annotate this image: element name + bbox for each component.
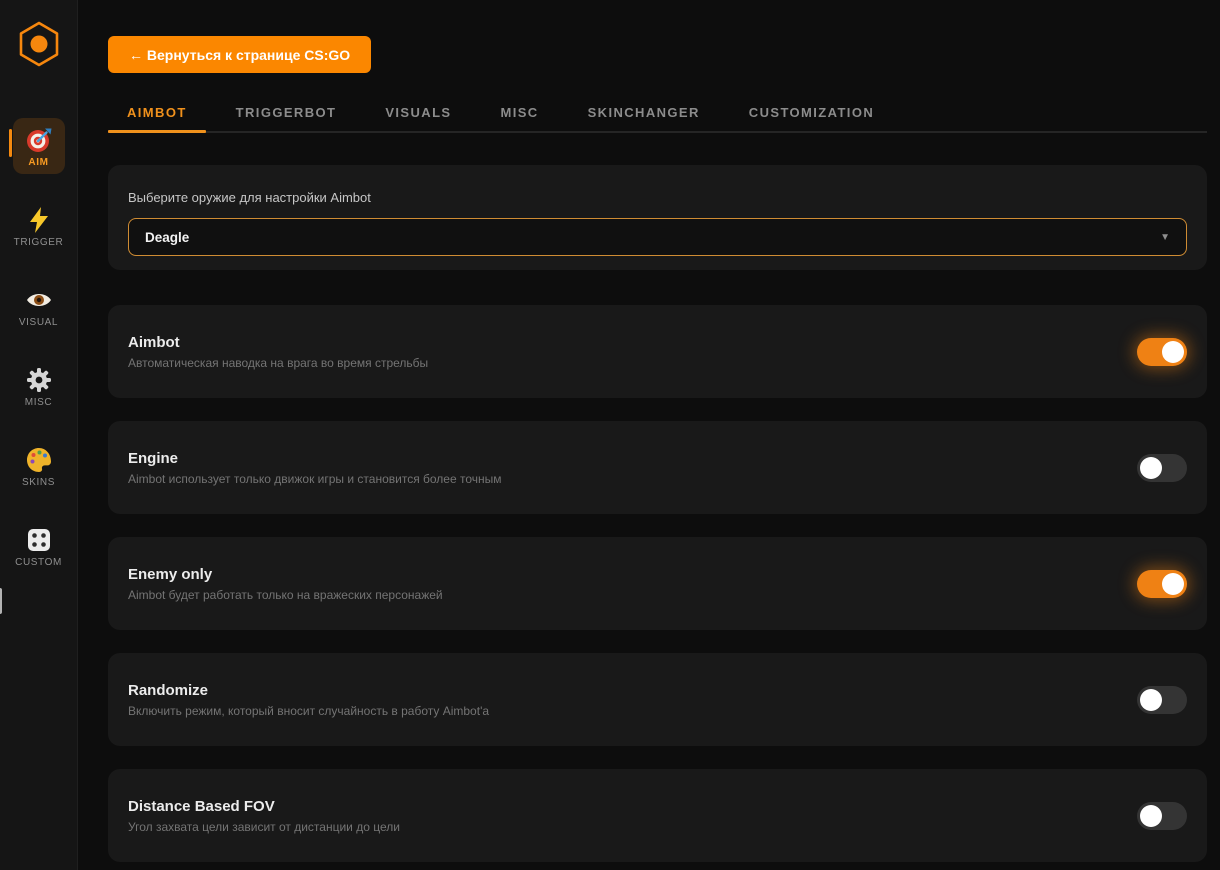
tab-label: MISC (501, 105, 539, 120)
toggle-knob (1140, 805, 1162, 827)
setting-title: Enemy only (128, 566, 443, 583)
setting-title: Randomize (128, 682, 489, 699)
tab-label: CUSTOMIZATION (749, 105, 874, 120)
sidebar-item-label: CUSTOM (15, 557, 62, 568)
setting-text: Distance Based FOV Угол захвата цели зав… (128, 798, 400, 834)
sidebar-item-trigger[interactable]: TRIGGER (13, 198, 65, 254)
toggle-knob (1162, 341, 1184, 363)
setting-card-distance-based-fov: Distance Based FOV Угол захвата цели зав… (108, 769, 1207, 862)
sidebar-item-visual[interactable]: VISUAL (13, 278, 65, 334)
sidebar-item-label: MISC (25, 397, 52, 408)
setting-card-enemy-only: Enemy only Aimbot будет работать только … (108, 537, 1207, 630)
tab-label: SKINCHANGER (588, 105, 700, 120)
sidebar-item-label: VISUAL (19, 317, 58, 328)
setting-title: Distance Based FOV (128, 798, 400, 815)
setting-description: Aimbot использует только движок игры и с… (128, 472, 502, 486)
sidebar-item-aim[interactable]: AIM (13, 118, 65, 174)
setting-title: Engine (128, 450, 502, 467)
tab-visuals[interactable]: VISUALS (366, 96, 470, 131)
setting-card-aimbot: Aimbot Автоматическая наводка на врага в… (108, 305, 1207, 398)
tab-aimbot[interactable]: AIMBOT (108, 96, 206, 131)
target-icon (25, 126, 53, 154)
toggle-switch[interactable] (1137, 802, 1187, 830)
toggle-knob (1140, 457, 1162, 479)
settings-list: Aimbot Автоматическая наводка на врага в… (108, 305, 1207, 862)
gear-icon (25, 366, 53, 394)
sidebar-item-skins[interactable]: SKINS (13, 438, 65, 494)
sidebar-nav: AIM TRIGGER (13, 118, 65, 598)
back-to-csgo-button[interactable]: ← Вернуться к странице CS:GO (108, 36, 371, 73)
setting-text: Enemy only Aimbot будет работать только … (128, 566, 443, 602)
main-content: ← Вернуться к странице CS:GO AIMBOT TRIG… (78, 0, 1220, 870)
setting-description: Aimbot будет работать только на вражески… (128, 588, 443, 602)
tab-triggerbot[interactable]: TRIGGERBOT (217, 96, 356, 131)
sidebar-item-misc[interactable]: MISC (13, 358, 65, 414)
toggle-switch[interactable] (1137, 454, 1187, 482)
toggle-knob (1162, 573, 1184, 595)
toggle-switch[interactable] (1137, 338, 1187, 366)
sidebar-item-label: SKINS (22, 477, 55, 488)
app: AIM TRIGGER (0, 0, 1220, 870)
sidebar-item-label: AIM (28, 157, 48, 168)
tab-label: TRIGGERBOT (236, 105, 337, 120)
dice-icon (25, 526, 53, 554)
setting-text: Randomize Включить режим, который вносит… (128, 682, 489, 718)
sidebar-item-label: TRIGGER (14, 237, 64, 248)
sidebar: AIM TRIGGER (0, 0, 78, 870)
toggle-switch[interactable] (1137, 570, 1187, 598)
tab-label: VISUALS (385, 105, 451, 120)
tab-customization[interactable]: CUSTOMIZATION (730, 96, 893, 131)
weapon-select-value: Deagle (145, 230, 189, 245)
weapon-select-card: Выберите оружие для настройки Aimbot Dea… (108, 165, 1207, 270)
setting-text: Aimbot Автоматическая наводка на врага в… (128, 334, 428, 370)
setting-description: Автоматическая наводка на врага во время… (128, 356, 428, 370)
lightning-icon (25, 206, 53, 234)
setting-description: Угол захвата цели зависит от дистанции д… (128, 820, 400, 834)
eye-icon (25, 286, 53, 314)
tab-misc[interactable]: MISC (482, 96, 558, 131)
chevron-down-icon: ▼ (1160, 232, 1170, 243)
tab-label: AIMBOT (127, 105, 187, 120)
tab-bar: AIMBOT TRIGGERBOT VISUALS MISC SKINCHANG… (108, 96, 1207, 133)
toggle-knob (1140, 689, 1162, 711)
scrollbar-thumb[interactable] (0, 588, 2, 614)
sidebar-item-custom[interactable]: CUSTOM (13, 518, 65, 574)
palette-icon (25, 446, 53, 474)
toggle-switch[interactable] (1137, 686, 1187, 714)
weapon-select-label: Выберите оружие для настройки Aimbot (128, 190, 1187, 205)
setting-card-randomize: Randomize Включить режим, который вносит… (108, 653, 1207, 746)
setting-title: Aimbot (128, 334, 428, 351)
hexagon-logo-icon[interactable] (11, 16, 67, 72)
setting-text: Engine Aimbot использует только движок и… (128, 450, 502, 486)
setting-description: Включить режим, который вносит случайнос… (128, 704, 489, 718)
setting-card-engine: Engine Aimbot использует только движок и… (108, 421, 1207, 514)
tab-skinchanger[interactable]: SKINCHANGER (569, 96, 719, 131)
weapon-select-dropdown[interactable]: Deagle ▼ (128, 218, 1187, 256)
